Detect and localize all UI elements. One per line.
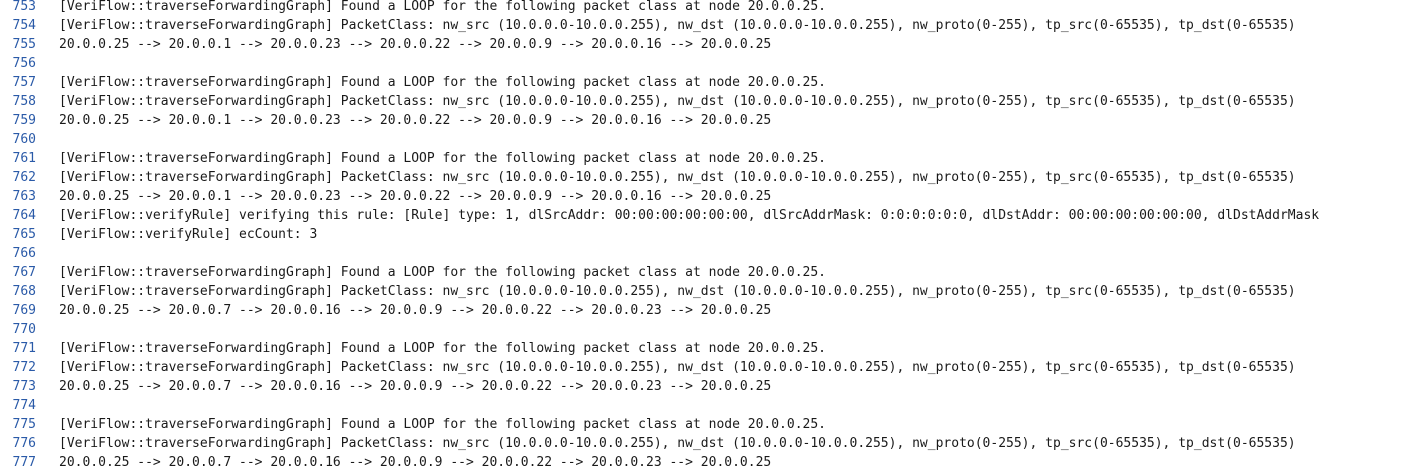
editor-line[interactable]: 765 [VeriFlow::verifyRule] ecCount: 3 [0,225,1417,244]
editor-line[interactable]: 759 20.0.0.25 --> 20.0.0.1 --> 20.0.0.23 … [0,111,1417,130]
line-text[interactable]: [VeriFlow::verifyRule] ecCount: 3 [36,225,317,244]
editor-line[interactable]: 772 [VeriFlow::traverseForwardingGraph] P… [0,358,1417,377]
line-text[interactable]: [VeriFlow::traverseForwardingGraph] Foun… [36,415,826,434]
line-text[interactable] [36,54,59,73]
editor-line[interactable]: 755 20.0.0.25 --> 20.0.0.1 --> 20.0.0.23 … [0,35,1417,54]
editor-line[interactable]: 757 [VeriFlow::traverseForwardingGraph] F… [0,73,1417,92]
editor-line[interactable]: 764 [VeriFlow::verifyRule] verifying this… [0,206,1417,225]
line-number: 776 [12,436,36,451]
line-number: 759 [12,113,36,128]
line-text[interactable]: 20.0.0.25 --> 20.0.0.1 --> 20.0.0.23 -->… [36,35,771,54]
line-text[interactable]: [VeriFlow::traverseForwardingGraph] Foun… [36,339,826,358]
editor-line[interactable]: 754 [VeriFlow::traverseForwardingGraph] P… [0,16,1417,35]
line-text[interactable]: [VeriFlow::traverseForwardingGraph] Pack… [36,168,1296,187]
line-text[interactable]: [VeriFlow::traverseForwardingGraph] Foun… [36,149,826,168]
line-text[interactable]: 20.0.0.25 --> 20.0.0.7 --> 20.0.0.16 -->… [36,453,771,472]
line-number: 755 [12,37,36,52]
line-text[interactable] [36,396,59,415]
editor-line[interactable]: 770 [0,320,1417,339]
line-text[interactable]: [VeriFlow::traverseForwardingGraph] Pack… [36,358,1296,377]
line-number: 761 [12,151,36,166]
line-text[interactable] [36,320,59,339]
line-number: 767 [12,265,36,280]
line-text[interactable]: [VeriFlow::traverseForwardingGraph] Foun… [36,0,826,16]
line-text[interactable]: [VeriFlow::traverseForwardingGraph] Foun… [36,263,826,282]
line-number: 774 [12,398,36,413]
line-number: 763 [12,189,36,204]
editor-line[interactable]: 777 20.0.0.25 --> 20.0.0.7 --> 20.0.0.16 … [0,453,1417,472]
line-text[interactable] [36,130,59,149]
editor-line[interactable]: 773 20.0.0.25 --> 20.0.0.7 --> 20.0.0.16 … [0,377,1417,396]
line-number: 764 [12,208,36,223]
line-text[interactable] [36,244,59,263]
editor-line[interactable]: 767 [VeriFlow::traverseForwardingGraph] F… [0,263,1417,282]
line-text[interactable]: 20.0.0.25 --> 20.0.0.1 --> 20.0.0.23 -->… [36,111,771,130]
editor-line[interactable]: 769 20.0.0.25 --> 20.0.0.7 --> 20.0.0.16 … [0,301,1417,320]
line-number: 766 [12,246,36,261]
editor-line[interactable]: 774 [0,396,1417,415]
line-number: 762 [12,170,36,185]
line-number: 760 [12,132,36,147]
line-text[interactable]: [VeriFlow::traverseForwardingGraph] Foun… [36,73,826,92]
line-number: 775 [12,417,36,432]
editor-line[interactable]: 753 [VeriFlow::traverseForwardingGraph] F… [0,0,1417,16]
editor-line[interactable]: 761 [VeriFlow::traverseForwardingGraph] F… [0,149,1417,168]
line-number: 771 [12,341,36,356]
line-number: 777 [12,455,36,470]
editor-line[interactable]: 771 [VeriFlow::traverseForwardingGraph] F… [0,339,1417,358]
line-text[interactable]: [VeriFlow::verifyRule] verifying this ru… [36,206,1319,225]
line-text[interactable]: [VeriFlow::traverseForwardingGraph] Pack… [36,434,1296,453]
editor-line[interactable]: 766 [0,244,1417,263]
editor-line[interactable]: 776 [VeriFlow::traverseForwardingGraph] P… [0,434,1417,453]
line-number: 768 [12,284,36,299]
text-editor[interactable]: 753 [VeriFlow::traverseForwardingGraph] F… [0,0,1417,475]
editor-line[interactable]: 768 [VeriFlow::traverseForwardingGraph] P… [0,282,1417,301]
editor-line[interactable]: 760 [0,130,1417,149]
editor-line[interactable]: 775 [VeriFlow::traverseForwardingGraph] F… [0,415,1417,434]
line-number: 770 [12,322,36,337]
line-text[interactable]: 20.0.0.25 --> 20.0.0.1 --> 20.0.0.23 -->… [36,187,771,206]
line-number: 769 [12,303,36,318]
line-number: 765 [12,227,36,242]
line-text[interactable]: [VeriFlow::traverseForwardingGraph] Pack… [36,92,1296,111]
line-text[interactable]: [VeriFlow::traverseForwardingGraph] Pack… [36,282,1296,301]
line-text[interactable]: 20.0.0.25 --> 20.0.0.7 --> 20.0.0.16 -->… [36,377,771,396]
line-number: 757 [12,75,36,90]
editor-line[interactable]: 763 20.0.0.25 --> 20.0.0.1 --> 20.0.0.23 … [0,187,1417,206]
line-number: 758 [12,94,36,109]
editor-line[interactable]: 756 [0,54,1417,73]
editor-line[interactable]: 762 [VeriFlow::traverseForwardingGraph] P… [0,168,1417,187]
editor-line[interactable]: 758 [VeriFlow::traverseForwardingGraph] P… [0,92,1417,111]
line-number: 772 [12,360,36,375]
line-number: 754 [12,18,36,33]
line-number: 756 [12,56,36,71]
line-text[interactable]: [VeriFlow::traverseForwardingGraph] Pack… [36,16,1296,35]
line-number: 753 [12,0,36,14]
line-number: 773 [12,379,36,394]
line-text[interactable]: 20.0.0.25 --> 20.0.0.7 --> 20.0.0.16 -->… [36,301,771,320]
